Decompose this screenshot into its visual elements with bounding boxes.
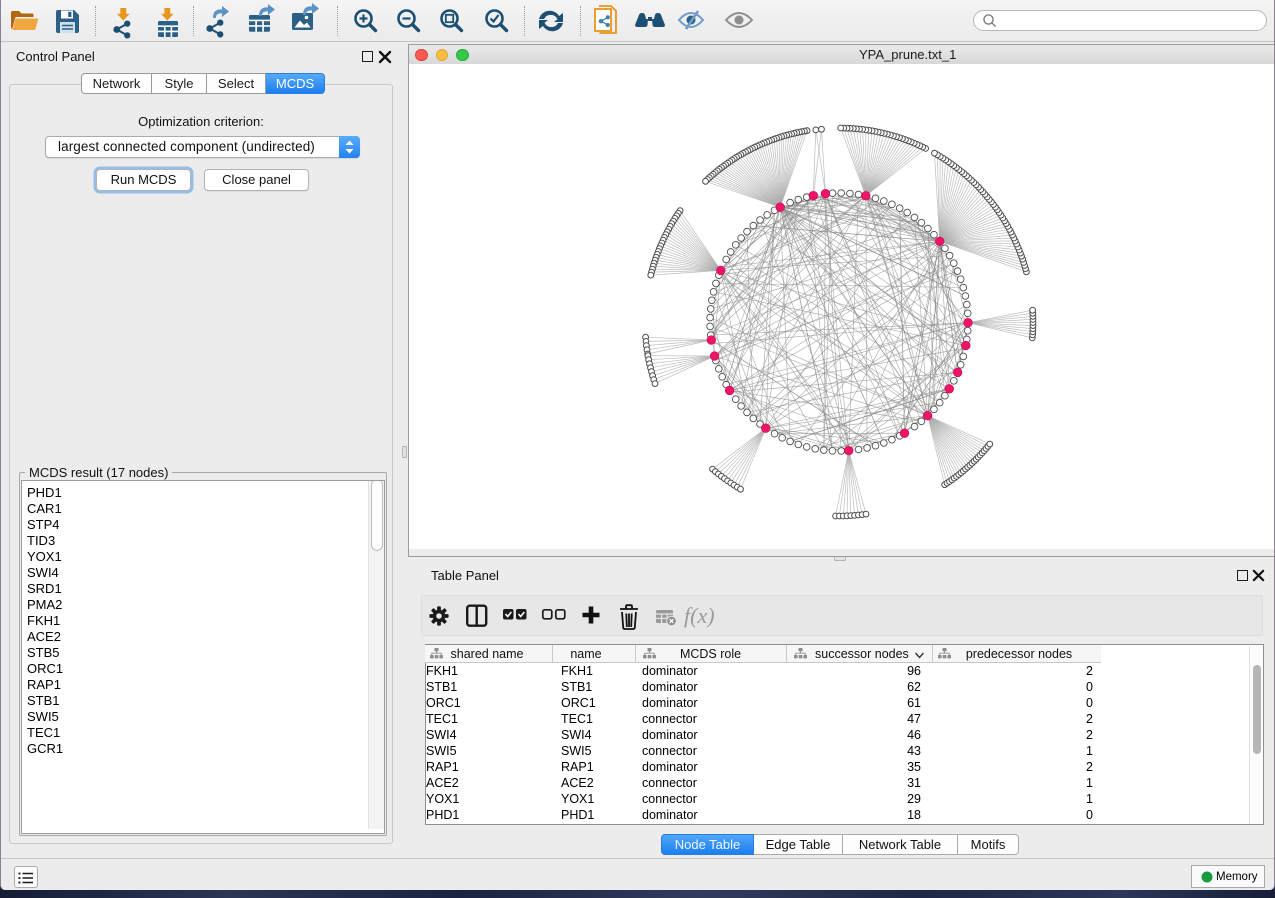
svg-text:f(x): f(x) [684, 603, 715, 628]
